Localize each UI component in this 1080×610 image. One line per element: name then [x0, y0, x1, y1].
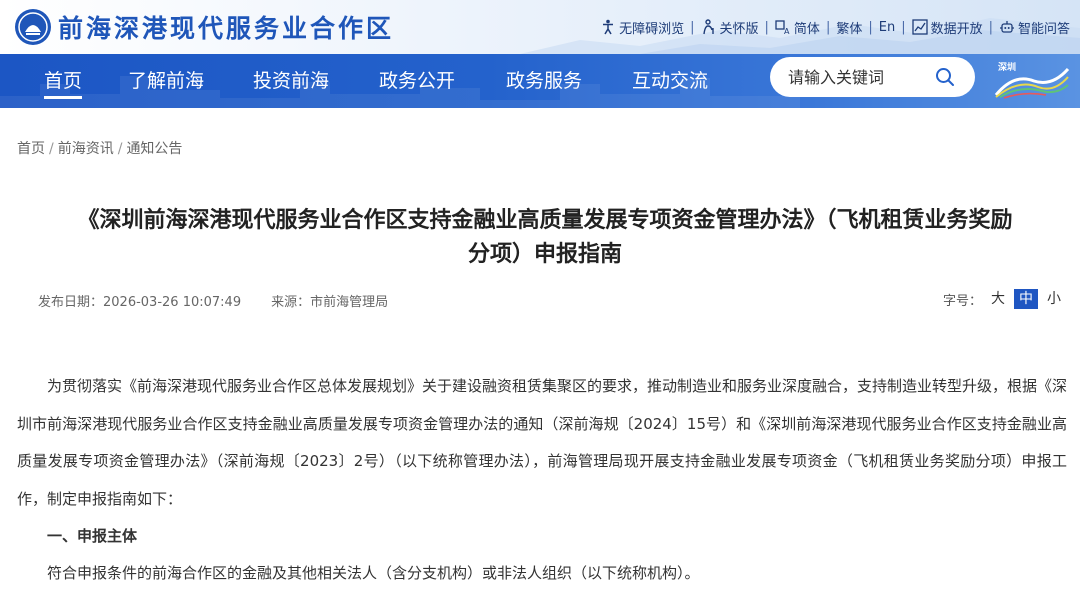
font-size-small[interactable]: 小: [1042, 289, 1066, 309]
accessibility-link[interactable]: 无障碍浏览: [600, 18, 684, 37]
divider: |: [690, 19, 695, 35]
article-body: 为贯彻落实《前海深港现代服务业合作区总体发展规划》关于建设融资租赁集聚区的要求，…: [17, 368, 1067, 593]
english-link[interactable]: En: [879, 20, 895, 35]
partner-logo-text: 深圳: [998, 63, 1017, 73]
search-input[interactable]: [770, 67, 930, 87]
font-size-control: 字号： 大 中 小: [943, 289, 1066, 309]
elder-care-link[interactable]: 关怀版: [701, 18, 759, 37]
source-value: 市前海管理局: [310, 295, 389, 310]
language-icon: A: [775, 20, 790, 35]
divider: |: [825, 19, 831, 35]
breadcrumb-separator: /: [49, 141, 54, 157]
font-size-label: 字号：: [943, 293, 983, 309]
article-paragraph: 符合申报条件的前海合作区的金融及其他相关法人（含分支机构）或非法人组织（以下统称…: [47, 564, 700, 582]
elder-care-label: 关怀版: [719, 21, 759, 37]
nav-item-gov-service[interactable]: 政务服务: [506, 66, 582, 93]
site-logo-icon[interactable]: [14, 8, 52, 46]
font-size-medium[interactable]: 中: [1014, 289, 1039, 309]
publish-date: 2026-03-26 10:07:49: [103, 295, 242, 310]
breadcrumb-news[interactable]: 前海资讯: [58, 141, 114, 157]
nav-item-interaction[interactable]: 互动交流: [632, 66, 708, 93]
svg-text:A: A: [784, 27, 790, 35]
breadcrumb: 首页 / 前海资讯 / 通知公告: [17, 138, 182, 158]
breadcrumb-notices[interactable]: 通知公告: [126, 141, 182, 157]
divider: |: [901, 19, 906, 35]
divider: |: [868, 19, 873, 35]
divider: |: [764, 19, 769, 35]
article-title: 《深圳前海深港现代服务业合作区支持金融业高质量发展专项资金管理办法》（飞机租赁业…: [20, 204, 1070, 272]
site-name[interactable]: 前海深港现代服务业合作区: [58, 9, 394, 45]
breadcrumb-home[interactable]: 首页: [17, 141, 45, 157]
simplified-label: 简体: [793, 21, 820, 37]
publish-date-label: 发布日期：: [38, 295, 104, 310]
robot-icon: [999, 21, 1014, 33]
section-heading: 一、申报主体: [47, 527, 138, 545]
traditional-link[interactable]: 繁体: [836, 18, 862, 37]
accessibility-label: 无障碍浏览: [619, 21, 685, 37]
smart-qa-link[interactable]: 智能问答: [999, 18, 1070, 37]
article-paragraph: 为贯彻落实《前海深港现代服务业合作区总体发展规划》关于建设融资租赁集聚区的要求，…: [17, 377, 1068, 508]
english-label: En: [878, 19, 896, 35]
article-title-line-1: 《深圳前海深港现代服务业合作区支持金融业高质量发展专项资金管理办法》（飞机租赁业…: [77, 208, 1013, 233]
search-box: [770, 57, 975, 97]
data-chart-icon: [911, 19, 928, 35]
breadcrumb-separator: /: [117, 141, 123, 157]
elder-care-icon: [702, 19, 714, 35]
top-banner: 前海深港现代服务业合作区 无障碍浏览 | 关怀版 | A 简体 | 繁体 | E…: [0, 0, 1080, 54]
article-meta: 发布日期：2026-03-26 10:07:49 来源：市前海管理局: [38, 291, 388, 310]
accessibility-icon: [603, 19, 614, 35]
nav-item-home[interactable]: 首页: [44, 66, 83, 99]
open-data-link[interactable]: 数据开放: [911, 18, 983, 37]
open-data-label: 数据开放: [930, 21, 983, 37]
nav-item-gov-info[interactable]: 政务公开: [379, 66, 455, 93]
nav-item-invest[interactable]: 投资前海: [253, 66, 329, 93]
smart-qa-label: 智能问答: [1017, 21, 1070, 37]
search-button[interactable]: [930, 62, 960, 92]
article-title-line-2: 分项）申报指南: [467, 242, 622, 267]
utility-links: 无障碍浏览 | 关怀版 | A 简体 | 繁体 | En | 数据开放 | 智能…: [600, 0, 1070, 54]
source-label: 来源：: [271, 295, 311, 310]
search-icon: [936, 68, 954, 86]
divider: |: [988, 19, 993, 35]
font-size-large[interactable]: 大: [986, 289, 1010, 309]
nav-item-about[interactable]: 了解前海: [128, 66, 204, 93]
partner-logo[interactable]: 深圳: [994, 59, 1070, 99]
simplified-link[interactable]: A 简体: [775, 18, 820, 37]
traditional-label: 繁体: [836, 21, 863, 37]
